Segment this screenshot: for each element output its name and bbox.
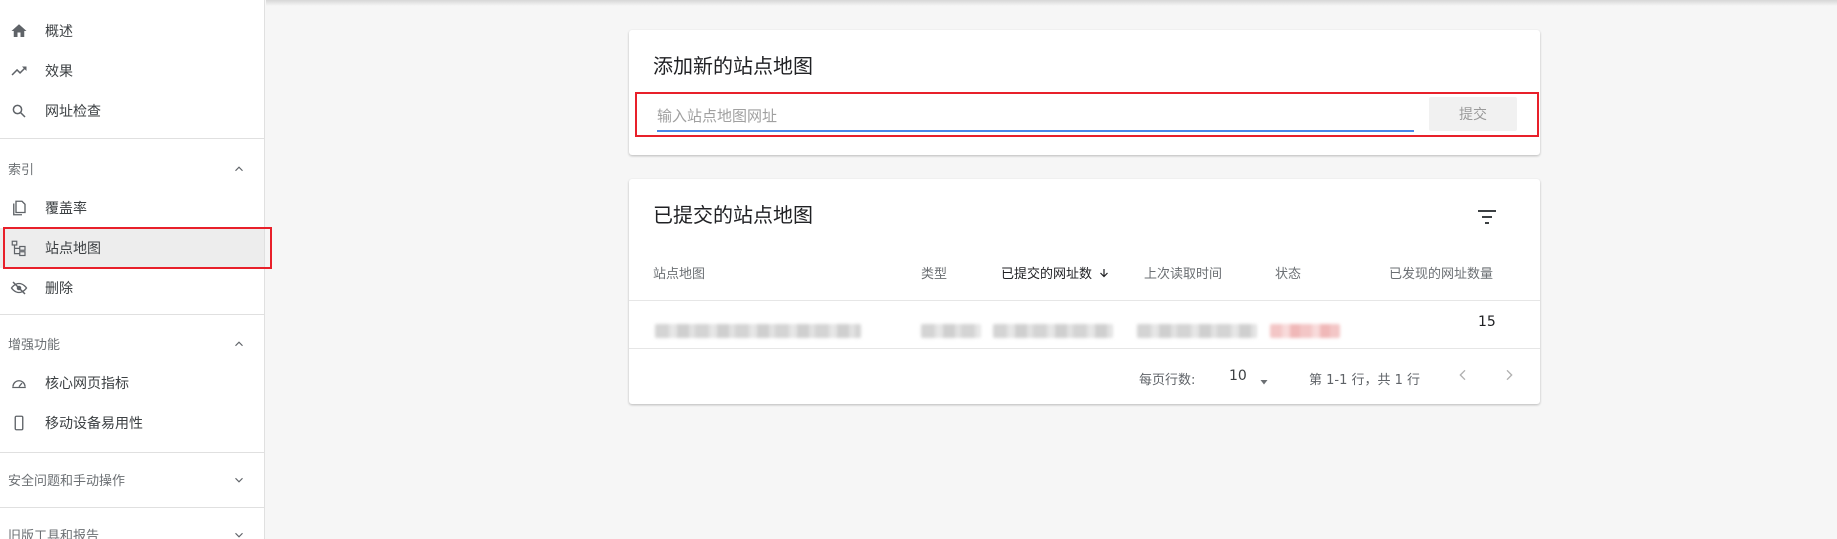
nav-label: 覆盖率	[45, 201, 87, 217]
submitted-urls-cell	[993, 324, 1113, 338]
pagination-range: 第 1-1 行，共 1 行	[1309, 373, 1421, 388]
submitted-sitemaps-card: 已提交的站点地图 站点地图 类型 已提交的网址数 上次读取时间 状态 已发现的网…	[629, 179, 1540, 404]
topbar-shadow	[266, 0, 1837, 6]
add-sitemap-card: 添加新的站点地图 提交	[629, 30, 1540, 155]
section-title: 增强功能	[8, 337, 61, 353]
nav-label: 网址检查	[45, 104, 101, 120]
sidebar-divider	[0, 452, 264, 453]
chevron-up-icon	[232, 336, 246, 350]
section-legacy-header[interactable]: 旧版工具和报告	[0, 514, 264, 539]
submit-button[interactable]: 提交	[1429, 97, 1517, 131]
filter-icon[interactable]	[1475, 205, 1499, 229]
sitemap-url-cell[interactable]	[655, 324, 861, 338]
nav-label: 移动设备易用性	[45, 416, 143, 432]
chevron-up-icon	[232, 161, 246, 175]
trending-up-icon	[10, 62, 28, 80]
chevron-down-icon	[232, 472, 246, 486]
section-security-header[interactable]: 安全问题和手动操作	[0, 459, 264, 499]
discovered-urls-cell: 15	[1478, 314, 1496, 330]
sidebar-divider	[0, 314, 264, 315]
column-header-discovered-urls[interactable]: 已发现的网址数量	[1389, 263, 1493, 282]
search-icon	[10, 102, 28, 120]
rows-per-page-select[interactable]: 10	[1229, 368, 1247, 384]
type-cell	[921, 324, 981, 338]
home-icon	[10, 22, 28, 40]
dropdown-arrow-icon[interactable]	[1258, 373, 1270, 385]
section-index-header[interactable]: 索引	[0, 148, 264, 188]
chevron-right-icon[interactable]	[1497, 363, 1521, 387]
section-title: 安全问题和手动操作	[8, 473, 126, 489]
speedometer-icon	[10, 374, 28, 392]
section-title: 索引	[8, 162, 35, 178]
rows-per-page-label: 每页行数:	[1139, 373, 1196, 388]
nav-item-performance[interactable]: 效果	[0, 51, 264, 91]
column-header-submitted-urls[interactable]: 已提交的网址数	[1001, 263, 1110, 283]
column-header-last-read[interactable]: 上次读取时间	[1144, 263, 1222, 282]
card-title: 已提交的站点地图	[653, 203, 813, 227]
chevron-down-icon	[232, 527, 246, 539]
nav-item-coverage[interactable]: 覆盖率	[0, 188, 264, 228]
sidebar-divider	[0, 507, 264, 508]
arrow-down-icon	[1098, 267, 1110, 283]
sitemap-url-input[interactable]	[657, 104, 1414, 132]
column-header-sitemap[interactable]: 站点地图	[653, 263, 705, 282]
status-cell	[1270, 324, 1340, 338]
nav-label: 概述	[45, 24, 73, 40]
nav-label: 站点地图	[45, 241, 101, 257]
nav-item-url-inspection[interactable]: 网址检查	[0, 91, 264, 131]
sidebar: 概述 效果 网址检查 索引 覆盖率 站点地图 删除 增强功能 核心网页指标 移动…	[0, 0, 265, 539]
section-enhancements-header[interactable]: 增强功能	[0, 323, 264, 363]
sidebar-divider	[0, 138, 264, 139]
nav-item-overview[interactable]: 概述	[0, 11, 264, 51]
nav-item-sitemaps[interactable]: 站点地图	[0, 228, 264, 268]
nav-item-mobile-usability[interactable]: 移动设备易用性	[0, 403, 264, 443]
row-divider	[629, 348, 1540, 349]
eye-off-icon	[10, 279, 28, 297]
row-divider	[629, 300, 1540, 301]
nav-item-removals[interactable]: 删除	[0, 268, 264, 308]
chevron-left-icon[interactable]	[1451, 363, 1475, 387]
nav-label: 删除	[45, 281, 73, 297]
sitemap-icon	[10, 239, 28, 257]
nav-item-core-web-vitals[interactable]: 核心网页指标	[0, 363, 264, 403]
column-header-type[interactable]: 类型	[921, 263, 947, 282]
nav-label: 核心网页指标	[45, 376, 129, 392]
section-title: 旧版工具和报告	[8, 528, 100, 539]
column-header-status[interactable]: 状态	[1275, 263, 1301, 282]
nav-label: 效果	[45, 64, 73, 80]
card-title: 添加新的站点地图	[653, 54, 813, 78]
last-read-cell	[1137, 324, 1257, 338]
copy-pages-icon	[10, 199, 28, 217]
column-label: 已提交的网址数	[1001, 267, 1093, 282]
smartphone-icon	[10, 414, 28, 432]
